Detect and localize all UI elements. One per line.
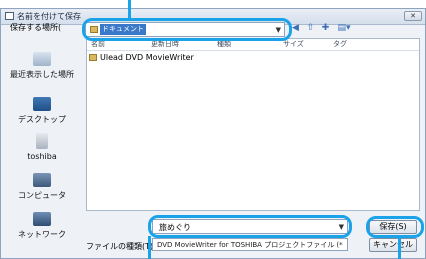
place-computer[interactable]: コンピュータ [4, 173, 80, 201]
place-recent[interactable]: 最近表示した場所 [4, 52, 80, 80]
column-tags[interactable]: タグ [333, 39, 347, 50]
desktop-icon [33, 97, 51, 111]
chevron-down-icon[interactable]: ▼ [339, 223, 344, 231]
save-in-label: 保存する場所( [10, 23, 62, 32]
column-modified[interactable]: 更新日時 [151, 39, 179, 50]
dialog-toolbar: ◀ ⇧ ✚ ▤▾ [290, 23, 360, 36]
save-location-combo[interactable]: ドキュメント ▼ [85, 22, 285, 37]
place-label: 最近表示した場所 [10, 70, 74, 79]
chevron-down-icon[interactable]: ▼ [276, 26, 281, 34]
place-label: コンピュータ [18, 191, 66, 200]
new-folder-icon[interactable]: ✚ [320, 23, 331, 34]
window-icon [5, 12, 14, 20]
callout-line-save [398, 236, 401, 259]
file-name-field[interactable]: 旅めぐり ▼ [152, 219, 348, 234]
place-network[interactable]: ネットワーク [4, 212, 80, 240]
column-size[interactable]: サイズ [283, 39, 304, 50]
network-icon [33, 212, 51, 226]
cancel-button[interactable]: キャンセル [369, 238, 417, 252]
place-desktop[interactable]: デスクトップ [4, 97, 80, 125]
file-type-value: DVD MovieWriter for TOSHIBA プロジェクトファイル (… [157, 241, 343, 249]
column-name[interactable]: 名前 [91, 39, 105, 50]
places-bar: 最近表示した場所 デスクトップ toshiba コンピュータ ネットワーク [4, 40, 80, 250]
save-location-value: ドキュメント [100, 24, 146, 35]
column-type[interactable]: 種類 [217, 39, 231, 50]
up-folder-icon[interactable]: ⇧ [305, 23, 316, 34]
back-icon[interactable]: ◀ [290, 23, 301, 34]
user-folder-icon [36, 133, 48, 149]
callout-line-file-name [148, 236, 151, 259]
file-type-label: ファイルの種類(T): [86, 242, 156, 251]
place-user[interactable]: toshiba [4, 133, 80, 161]
recent-places-icon [33, 52, 51, 66]
list-item[interactable]: Ulead DVD MovieWriter [89, 53, 194, 65]
computer-icon [33, 173, 51, 187]
file-name-value: 旅めぐり [159, 223, 191, 232]
column-header: 名前 更新日時 種類 サイズ タグ [87, 39, 419, 51]
close-button[interactable]: ✕ [404, 11, 422, 21]
save-button[interactable]: 保存(S) [369, 220, 417, 234]
folder-icon [89, 54, 97, 61]
place-label: デスクトップ [18, 115, 66, 124]
view-menu-icon[interactable]: ▤▾ [335, 23, 353, 34]
callout-line-location [128, 0, 131, 20]
file-name: Ulead DVD MovieWriter [100, 53, 194, 62]
place-label: toshiba [27, 152, 57, 161]
window-title: 名前を付けて保存 [17, 12, 81, 21]
file-list[interactable]: 名前 更新日時 種類 サイズ タグ Ulead DVD MovieWriter [86, 38, 420, 211]
folder-icon [90, 26, 98, 33]
place-label: ネットワーク [18, 230, 66, 239]
file-type-select[interactable]: DVD MovieWriter for TOSHIBA プロジェクトファイル (… [152, 238, 348, 251]
